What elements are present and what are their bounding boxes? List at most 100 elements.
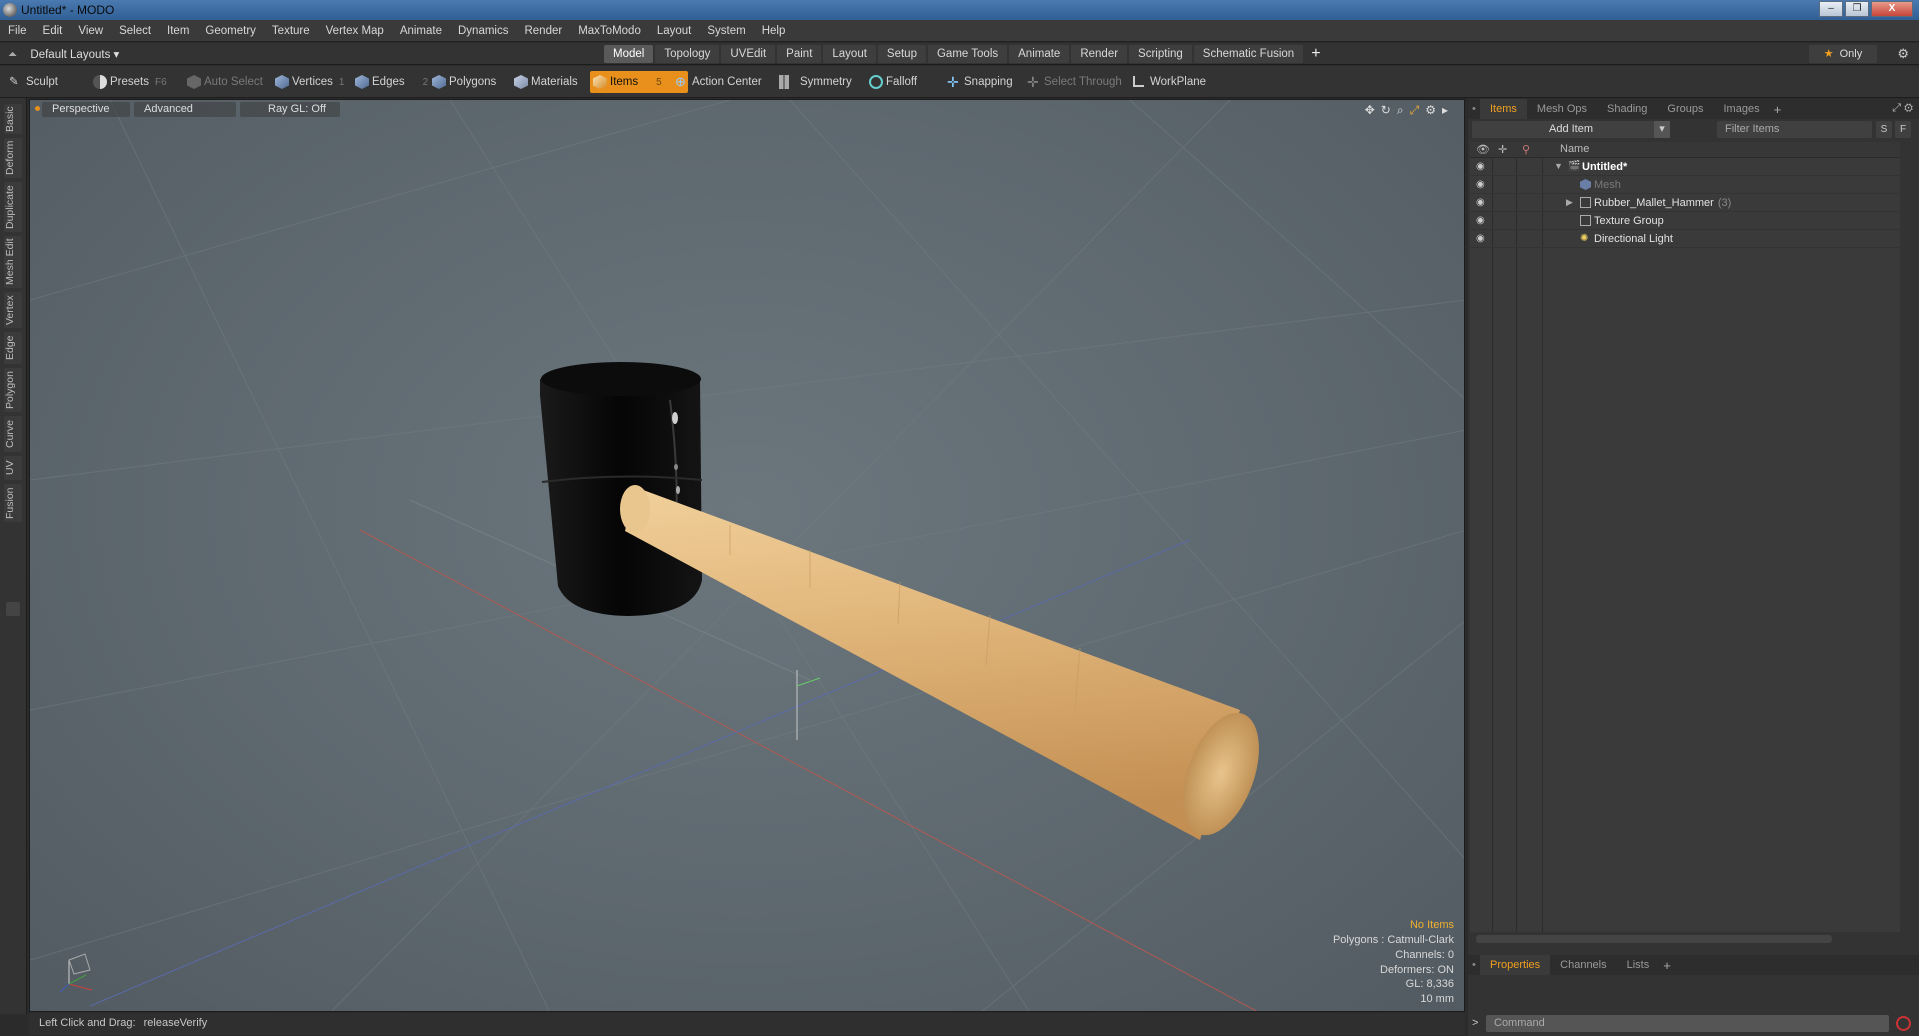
- tree-row-mesh[interactable]: ◉ Mesh: [1470, 176, 1900, 194]
- menu-file[interactable]: File: [0, 25, 35, 37]
- tab-model[interactable]: Model: [604, 45, 654, 63]
- menu-item[interactable]: Item: [159, 25, 197, 37]
- menu-vertex-map[interactable]: Vertex Map: [318, 25, 392, 37]
- vtab-basic[interactable]: Basic: [4, 104, 22, 134]
- lock-column-icon[interactable]: ✛: [1498, 143, 1507, 156]
- zoom-icon[interactable]: ⌕: [1397, 103, 1404, 118]
- vtab-fusion[interactable]: Fusion: [4, 484, 22, 522]
- panel-menu-dot-icon[interactable]: •: [1468, 959, 1480, 971]
- action-center-button[interactable]: ⊕ Action Center: [672, 71, 762, 93]
- tab-render[interactable]: Render: [1071, 45, 1128, 63]
- viewport-settings-icon[interactable]: ⚙: [1425, 103, 1436, 118]
- tab-scripting[interactable]: Scripting: [1129, 45, 1192, 63]
- vtab-vertex[interactable]: Vertex: [4, 292, 22, 328]
- gear-icon[interactable]: ⚙: [1897, 46, 1909, 62]
- add-tab-button[interactable]: +: [1305, 45, 1326, 63]
- restore-button[interactable]: ❐: [1845, 1, 1869, 17]
- collapse-up-icon[interactable]: ⏶: [8, 49, 17, 62]
- tab-properties[interactable]: Properties: [1480, 955, 1551, 975]
- menu-layout[interactable]: Layout: [649, 25, 700, 37]
- tab-setup[interactable]: Setup: [877, 45, 926, 63]
- eye-icon[interactable]: ◉: [1476, 161, 1488, 173]
- eye-icon[interactable]: ◉: [1476, 233, 1488, 245]
- falloff-button[interactable]: Falloff: [866, 71, 917, 93]
- vtab-uv[interactable]: UV: [4, 456, 22, 480]
- menu-maxtomodo[interactable]: MaxToModo: [570, 25, 649, 37]
- s-button[interactable]: S: [1876, 121, 1892, 138]
- panel-menu-dot-icon[interactable]: •: [1468, 103, 1480, 115]
- panel-toggle-button[interactable]: [6, 602, 20, 616]
- pan-icon[interactable]: ✥: [1365, 103, 1375, 118]
- menu-system[interactable]: System: [699, 25, 753, 37]
- menu-dynamics[interactable]: Dynamics: [450, 25, 516, 37]
- vtab-duplicate[interactable]: Duplicate: [4, 182, 22, 232]
- tab-items[interactable]: Items: [1480, 99, 1527, 119]
- tab-game-tools[interactable]: Game Tools: [927, 45, 1008, 63]
- tab-channels[interactable]: Channels: [1550, 955, 1616, 975]
- polygons-button[interactable]: Polygons: [429, 71, 496, 93]
- minimize-button[interactable]: –: [1819, 1, 1843, 17]
- eye-icon[interactable]: ◉: [1476, 179, 1488, 191]
- command-input[interactable]: Command: [1486, 1015, 1889, 1032]
- edges-button[interactable]: Edges 2: [352, 71, 428, 93]
- menu-render[interactable]: Render: [516, 25, 570, 37]
- viewport-menu-dot-icon[interactable]: [35, 106, 40, 111]
- select-through-button[interactable]: ✛ Select Through: [1024, 71, 1122, 93]
- perspective-button[interactable]: Perspective: [42, 102, 130, 117]
- vtab-deform[interactable]: Deform: [4, 138, 22, 178]
- add-item-dropdown[interactable]: Add Item ▾: [1472, 121, 1670, 138]
- 3d-viewport[interactable]: Perspective Advanced Ray GL: Off ✥ ↻ ⌕ ⤢…: [29, 99, 1465, 1012]
- tab-images[interactable]: Images: [1714, 99, 1770, 119]
- snapping-button[interactable]: ✛ Snapping: [944, 71, 1013, 93]
- tab-layout[interactable]: Layout: [823, 45, 876, 63]
- vtab-curve[interactable]: Curve: [4, 416, 22, 452]
- layout-dropdown[interactable]: ⏶ Default Layouts ▾: [8, 47, 119, 62]
- menu-texture[interactable]: Texture: [264, 25, 318, 37]
- only-button[interactable]: ★ Only: [1809, 45, 1877, 63]
- rotate-icon[interactable]: ↻: [1381, 103, 1391, 118]
- tab-groups[interactable]: Groups: [1657, 99, 1713, 119]
- add-panel-tab-button[interactable]: +: [1770, 102, 1786, 117]
- menu-help[interactable]: Help: [754, 25, 794, 37]
- sculpt-button[interactable]: ✎ Sculpt: [6, 71, 58, 93]
- symmetry-button[interactable]: Symmetry: [776, 71, 852, 93]
- viewport-scene[interactable]: [30, 100, 1465, 1012]
- mallet-head[interactable]: [540, 362, 703, 616]
- tab-topology[interactable]: Topology: [655, 45, 720, 63]
- tab-shading[interactable]: Shading: [1597, 99, 1657, 119]
- tab-lists[interactable]: Lists: [1617, 955, 1660, 975]
- materials-button[interactable]: Materials: [511, 71, 578, 93]
- f-button[interactable]: F: [1895, 121, 1911, 138]
- tree-row-rubber-mallet[interactable]: ◉ ▶ Rubber_Mallet_Hammer (3): [1470, 194, 1900, 212]
- menu-view[interactable]: View: [70, 25, 111, 37]
- panel-expand-gear-icon[interactable]: ⤢ ⚙: [1892, 102, 1913, 115]
- tab-schematic-fusion[interactable]: Schematic Fusion: [1193, 45, 1304, 63]
- auto-select-button[interactable]: Auto Select: [184, 71, 263, 93]
- vtab-polygon[interactable]: Polygon: [4, 368, 22, 412]
- tree-row-scene[interactable]: ◉ ▼ 🎬 Untitled*: [1470, 158, 1900, 176]
- add-panel-tab-button[interactable]: +: [1659, 958, 1675, 973]
- reference-column-icon[interactable]: ⚲: [1522, 143, 1530, 156]
- expand-arrow-icon[interactable]: ▶: [1566, 197, 1573, 208]
- tab-paint[interactable]: Paint: [777, 45, 822, 63]
- eye-icon[interactable]: ◉: [1476, 197, 1488, 209]
- fit-icon[interactable]: ⤢: [1410, 103, 1420, 118]
- close-button[interactable]: X: [1871, 1, 1913, 17]
- vtab-mesh-edit[interactable]: Mesh Edit: [4, 236, 22, 288]
- name-column-header[interactable]: Name: [1560, 143, 1589, 155]
- menu-select[interactable]: Select: [111, 25, 159, 37]
- menu-edit[interactable]: Edit: [35, 25, 71, 37]
- expand-arrow-icon[interactable]: ▸: [1442, 103, 1448, 118]
- workplane-button[interactable]: WorkPlane: [1130, 71, 1206, 93]
- tab-animate[interactable]: Animate: [1009, 45, 1070, 63]
- advanced-button[interactable]: Advanced: [134, 102, 236, 117]
- vtab-edge[interactable]: Edge: [4, 332, 22, 364]
- chevron-down-icon[interactable]: ▾: [1654, 121, 1670, 138]
- menu-geometry[interactable]: Geometry: [197, 25, 264, 37]
- visibility-column-eye-icon[interactable]: 👁: [1476, 143, 1490, 156]
- collapse-arrow-icon[interactable]: ▼: [1554, 161, 1563, 171]
- tab-uvedit[interactable]: UVEdit: [721, 45, 776, 63]
- stop-record-icon[interactable]: [1896, 1016, 1911, 1031]
- eye-icon[interactable]: ◉: [1476, 215, 1488, 227]
- vertices-button[interactable]: Vertices 1: [272, 71, 344, 93]
